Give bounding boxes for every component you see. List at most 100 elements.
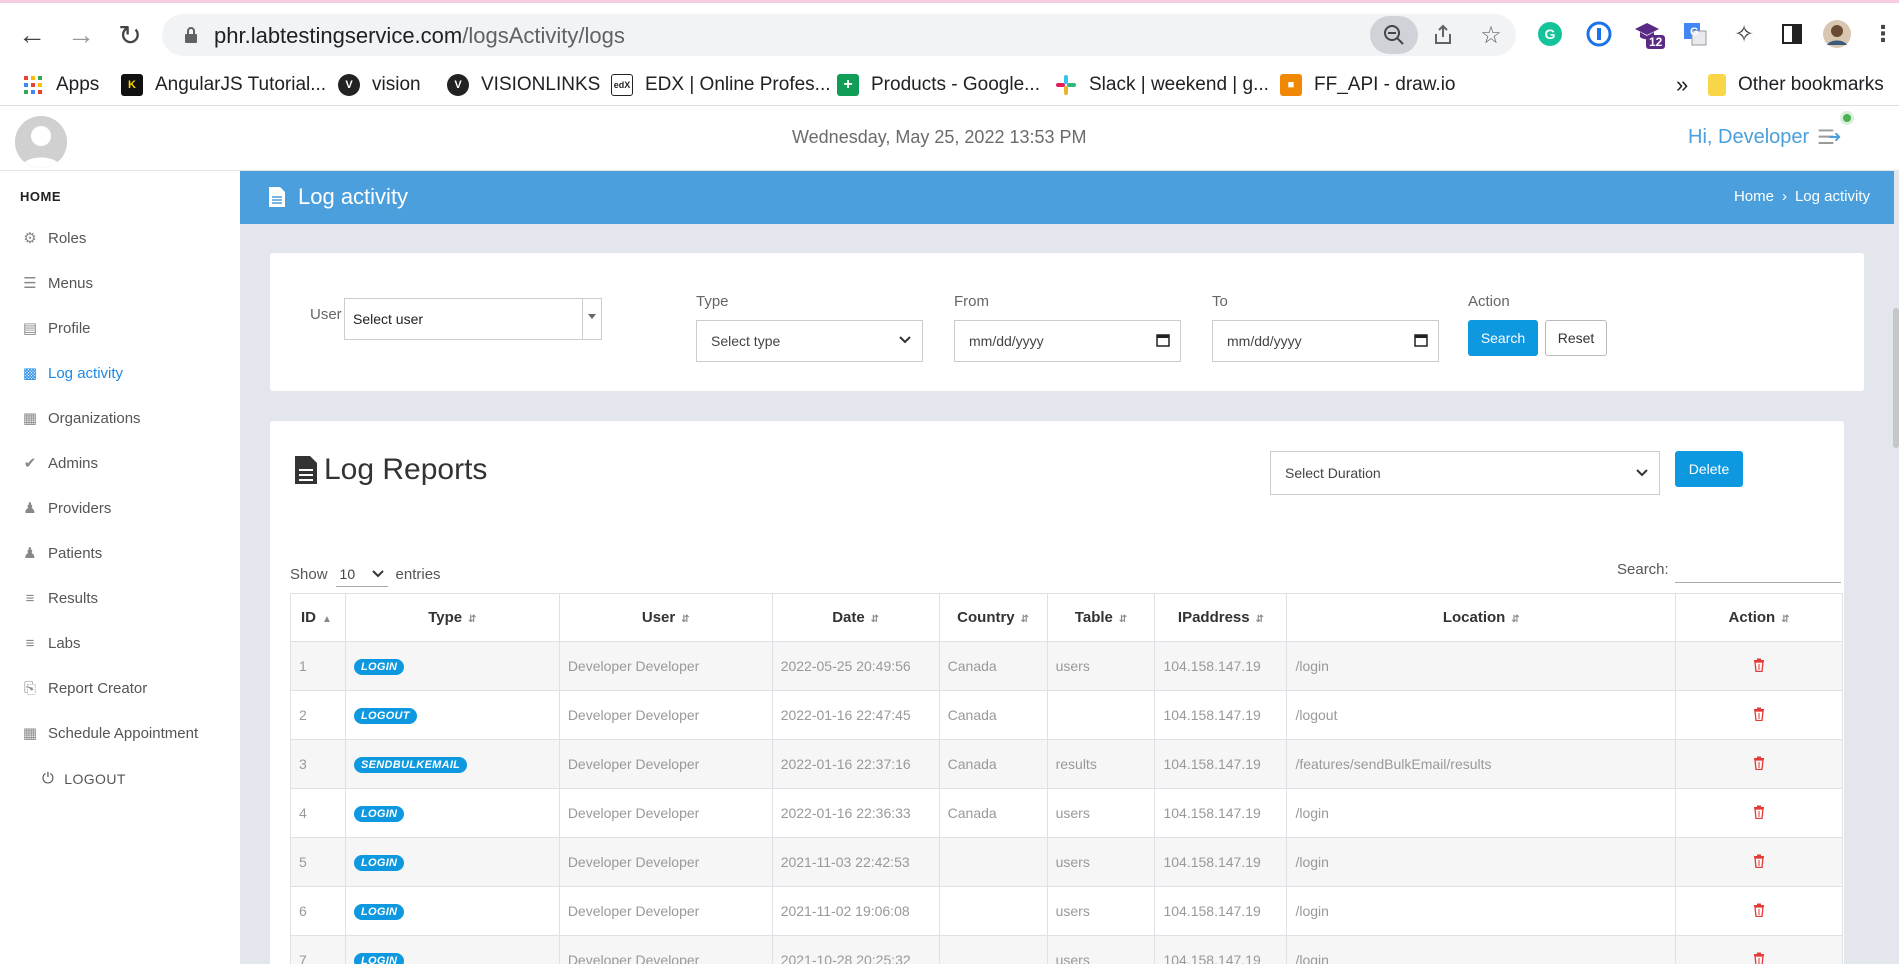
main-content: Log activity Home › Log activity User Se… xyxy=(240,171,1899,964)
search-button[interactable]: Search xyxy=(1468,320,1538,356)
cell-ipaddress: 104.158.147.19 xyxy=(1154,641,1288,691)
delete-button[interactable]: Delete xyxy=(1675,451,1743,487)
reload-icon[interactable]: ↻ xyxy=(112,17,148,53)
zoom-icon[interactable] xyxy=(1379,20,1409,50)
extensions-icon[interactable]: ✧ xyxy=(1729,19,1759,49)
sidebar-item-patients[interactable]: ♟ Patients xyxy=(22,538,102,568)
forward-icon[interactable]: → xyxy=(63,17,99,53)
graduation-cap-icon[interactable]: 12 xyxy=(1632,19,1666,49)
cell-date: 2022-01-16 22:36:33 xyxy=(771,788,940,838)
trash-icon[interactable] xyxy=(1753,854,1765,871)
column-header-action[interactable]: Action ⇵ xyxy=(1675,593,1843,642)
sidebar-item-results[interactable]: ≡ Results xyxy=(22,583,98,613)
cell-action xyxy=(1675,886,1843,936)
to-date-input[interactable]: mm/dd/yyyy xyxy=(1212,320,1439,362)
column-header-id[interactable]: ID ▲ xyxy=(290,593,346,642)
sidebar-item-roles[interactable]: ⚙ Roles xyxy=(22,223,86,253)
star-icon[interactable]: ☆ xyxy=(1476,20,1506,50)
address-bar[interactable]: phr.labtestingservice.com/logsActivity/l… xyxy=(162,14,1516,56)
profile-avatar-icon[interactable] xyxy=(1822,19,1852,49)
sidebar-item-menus[interactable]: ☰ Menus xyxy=(22,268,93,298)
logout-button[interactable]: ⏻ LOGOUT xyxy=(42,770,126,787)
translate-icon[interactable]: G xyxy=(1680,19,1710,49)
trash-icon[interactable] xyxy=(1753,756,1765,773)
bookmark-slack[interactable]: Slack | weekend | g... xyxy=(1055,64,1269,106)
grammarly-icon[interactable]: G xyxy=(1535,19,1565,49)
cell-location: /login xyxy=(1286,935,1677,964)
table-row: 6 LOGIN Developer Developer 2021-11-02 1… xyxy=(290,886,1843,936)
back-icon[interactable]: ← xyxy=(14,17,50,53)
bookmark-products-google[interactable]: + Products - Google... xyxy=(837,64,1040,106)
entries-select[interactable]: 10 xyxy=(335,561,388,587)
sidebar-item-report-creator[interactable]: ⎘ Report Creator xyxy=(22,673,147,703)
cell-table: users xyxy=(1046,641,1156,691)
sidebar-home[interactable]: HOME xyxy=(20,189,61,204)
bookmark-drawio[interactable]: ■ FF_API - draw.io xyxy=(1280,64,1456,106)
trash-icon[interactable] xyxy=(1753,952,1765,964)
duration-select[interactable]: Select Duration xyxy=(1270,451,1660,495)
drawio-favicon-icon: ■ xyxy=(1280,74,1302,96)
angularjs-favicon-icon: K xyxy=(121,74,143,96)
calendar-icon[interactable] xyxy=(1414,333,1428,350)
sidebar-item-labs[interactable]: ≡ Labs xyxy=(22,628,81,658)
share-icon[interactable] xyxy=(1428,20,1458,50)
trash-icon[interactable] xyxy=(1753,805,1765,822)
file-text-icon xyxy=(269,187,285,207)
table-row: 1 LOGIN Developer Developer 2022-05-25 2… xyxy=(290,641,1843,691)
column-header-type[interactable]: Type ⇵ xyxy=(344,593,560,642)
sidebar-item-profile[interactable]: ▤ Profile xyxy=(22,313,91,343)
user-select[interactable]: Select user xyxy=(344,298,602,340)
bookmark-visionlinks[interactable]: V VISIONLINKS xyxy=(447,64,600,106)
side-panel-icon[interactable] xyxy=(1777,19,1807,49)
column-header-location[interactable]: Location ⇵ xyxy=(1286,593,1677,642)
clipboard-icon: ⎘ xyxy=(23,679,36,697)
calendar-icon[interactable] xyxy=(1156,333,1170,350)
sidebar-item-admins[interactable]: ✔ Admins xyxy=(22,448,98,478)
log-reports-card: Log Reports Select Duration Delete Show … xyxy=(270,421,1844,964)
column-header-date[interactable]: Date ⇵ xyxy=(771,593,940,642)
bookmark-vision[interactable]: Vvision xyxy=(338,64,421,106)
sort-icon: ⇵ xyxy=(468,614,477,625)
column-header-ipaddress[interactable]: IPaddress ⇵ xyxy=(1154,593,1288,642)
list-lines-icon: ≡ xyxy=(25,634,35,652)
bookmark-apps[interactable]: Apps xyxy=(22,64,99,106)
trash-icon[interactable] xyxy=(1753,707,1765,724)
reset-button[interactable]: Reset xyxy=(1545,320,1607,356)
cell-type: LOGIN xyxy=(344,788,560,838)
trash-icon[interactable] xyxy=(1753,903,1765,920)
sidebar-item-log-activity[interactable]: ▩ Log activity xyxy=(22,358,123,388)
trash-icon[interactable] xyxy=(1753,658,1765,675)
cell-date: 2021-11-03 22:42:53 xyxy=(771,837,940,887)
breadcrumb-home[interactable]: Home xyxy=(1734,188,1774,205)
bookmark-edx[interactable]: edX EDX | Online Profes... xyxy=(611,64,831,106)
sort-icon: ⇵ xyxy=(1781,614,1790,625)
column-header-table[interactable]: Table ⇵ xyxy=(1046,593,1156,642)
sidebar-item-schedule-appointment[interactable]: ▦ Schedule Appointment xyxy=(22,718,198,748)
from-date-input[interactable]: mm/dd/yyyy xyxy=(954,320,1181,362)
sidebar-item-providers[interactable]: ♟ Providers xyxy=(22,493,111,523)
cell-id: 3 xyxy=(290,739,346,789)
column-header-user[interactable]: User ⇵ xyxy=(558,593,773,642)
cell-location: /login xyxy=(1286,886,1677,936)
cell-country xyxy=(938,886,1048,936)
cell-table: users xyxy=(1046,788,1156,838)
user-avatar[interactable] xyxy=(15,116,67,168)
bookmark-other[interactable]: Other bookmarks xyxy=(1708,64,1884,106)
browser-menu-icon[interactable]: ⋮ xyxy=(1868,19,1898,49)
sort-icon: ⇵ xyxy=(1511,614,1520,625)
bookmarks-overflow[interactable]: » xyxy=(1676,64,1688,106)
page-scrollbar[interactable] xyxy=(1893,308,1899,448)
sign-out-icon[interactable]: ➜ xyxy=(1828,127,1841,147)
sidebar-item-organizations[interactable]: ▦ Organizations xyxy=(22,403,141,433)
column-header-country[interactable]: Country ⇵ xyxy=(938,593,1048,642)
type-select[interactable]: Select type xyxy=(696,320,923,362)
to-label: To xyxy=(1212,293,1228,310)
password-manager-icon[interactable] xyxy=(1584,19,1614,49)
list-lines-icon: ≡ xyxy=(25,589,35,607)
page-title-bar: Log activity Home › Log activity xyxy=(240,171,1894,224)
svg-text:G: G xyxy=(1545,26,1556,42)
user-greeting[interactable]: Hi, Developer ☰ xyxy=(1688,125,1835,150)
visionlinks-favicon-icon: V xyxy=(447,74,469,96)
bookmark-angularjs[interactable]: K AngularJS Tutorial... xyxy=(121,64,326,106)
table-search-input[interactable] xyxy=(1675,555,1841,583)
